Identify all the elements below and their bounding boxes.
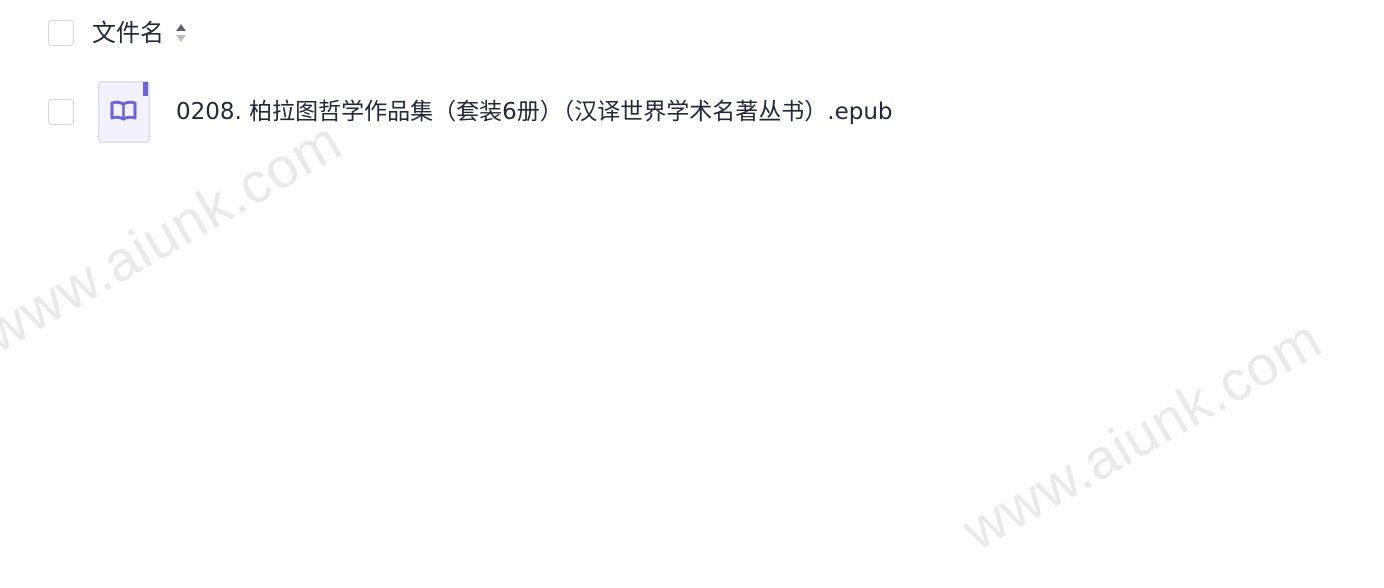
sort-updown-icon[interactable] bbox=[174, 20, 188, 46]
file-list-header: 文件名 bbox=[48, 14, 188, 52]
file-list: 文件名 0208. 柏拉图哲学作品集（套装6册）（汉译世界学术名著丛书）.epu… bbox=[0, 0, 1384, 588]
file-row[interactable]: 0208. 柏拉图哲学作品集（套装6册）（汉译世界学术名著丛书）.epub bbox=[48, 81, 893, 143]
select-all-checkbox[interactable] bbox=[48, 20, 74, 46]
row-checkbox[interactable] bbox=[48, 99, 74, 125]
ebook-file-icon bbox=[98, 81, 150, 143]
file-name-link[interactable]: 0208. 柏拉图哲学作品集（套装6册）（汉译世界学术名著丛书）.epub bbox=[176, 81, 893, 143]
column-header-filename[interactable]: 文件名 bbox=[92, 14, 164, 52]
